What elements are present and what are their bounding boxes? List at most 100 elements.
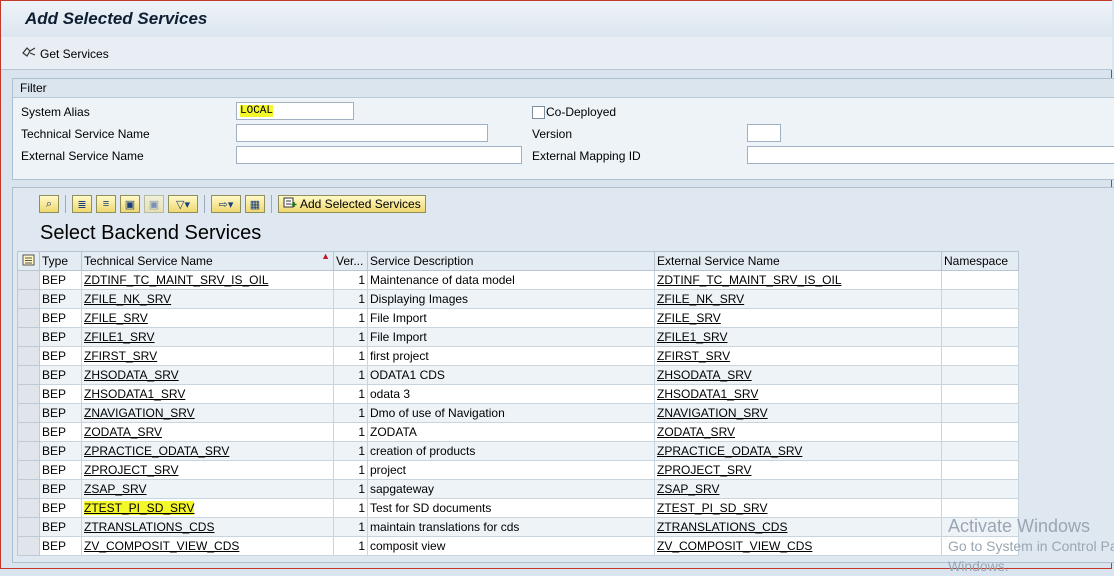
technical-service-name-header-label: Technical Service Name	[84, 254, 213, 268]
technical-service-name-link[interactable]: ZNAVIGATION_SRV	[81, 403, 334, 423]
external-service-name-link[interactable]: ZFIRST_SRV	[654, 346, 942, 366]
technical-service-name-text: ZSAP_SRV	[84, 482, 147, 496]
column-header-external-service-name[interactable]: External Service Name	[654, 251, 942, 271]
row-selector[interactable]	[17, 346, 40, 366]
window-title: Add Selected Services	[25, 9, 208, 28]
table-row[interactable]: BEP ZV_COMPOSIT_VIEW_CDS 1 composit view ZV_…	[17, 536, 1019, 556]
technical-service-name-link[interactable]: ZTRANSLATIONS_CDS	[81, 517, 334, 537]
table-row[interactable]: BEP ZDTINF_TC_MAINT_SRV_IS_OIL 1 Maintenanc…	[17, 270, 1019, 290]
technical-service-name-link[interactable]: ZFIRST_SRV	[81, 346, 334, 366]
external-service-name-link[interactable]: ZHSODATA_SRV	[654, 365, 942, 385]
external-service-name-link[interactable]: ZPRACTICE_ODATA_SRV	[654, 441, 942, 461]
column-header-service-description[interactable]: Service Description	[367, 251, 655, 271]
external-mapping-id-input[interactable]	[747, 146, 1114, 164]
table-row[interactable]: BEP ZPROJECT_SRV 1 project ZPROJECT_SRV	[17, 460, 1019, 480]
external-service-name-input[interactable]	[236, 146, 522, 164]
find-icon[interactable]: ▣	[120, 195, 140, 213]
technical-service-name-link[interactable]: ZPRACTICE_ODATA_SRV	[81, 441, 334, 461]
row-selector[interactable]	[17, 270, 40, 290]
table-row[interactable]: BEP ZPRACTICE_ODATA_SRV 1 creation of produ…	[17, 441, 1019, 461]
technical-service-name-link[interactable]: ZPROJECT_SRV	[81, 460, 334, 480]
service-description-cell: composit view	[367, 536, 655, 556]
namespace-cell	[941, 422, 1019, 442]
select-all-icon[interactable]	[17, 251, 40, 271]
table-row[interactable]: BEP ZFILE1_SRV 1 File Import ZFILE1_SRV	[17, 327, 1019, 347]
external-service-name-text: ZTRANSLATIONS_CDS	[657, 520, 788, 534]
technical-service-name-link[interactable]: ZFILE_SRV	[81, 308, 334, 328]
version-cell: 1	[333, 479, 368, 499]
row-selector[interactable]	[17, 441, 40, 461]
row-selector[interactable]	[17, 536, 40, 556]
external-service-name-link[interactable]: ZODATA_SRV	[654, 422, 942, 442]
technical-service-name-link[interactable]: ZFILE1_SRV	[81, 327, 334, 347]
row-selector[interactable]	[17, 289, 40, 309]
table-row[interactable]: BEP ZTRANSLATIONS_CDS 1 maintain translatio…	[17, 517, 1019, 537]
column-header-type[interactable]: Type	[39, 251, 82, 271]
version-cell: 1	[333, 346, 368, 366]
row-selector[interactable]	[17, 403, 40, 423]
row-selector[interactable]	[17, 460, 40, 480]
version-cell: 1	[333, 403, 368, 423]
technical-service-name-text: ZPROJECT_SRV	[84, 463, 179, 477]
external-service-name-link[interactable]: ZTEST_PI_SD_SRV	[654, 498, 942, 518]
technical-service-name-link[interactable]: ZDTINF_TC_MAINT_SRV_IS_OIL	[81, 270, 334, 290]
external-service-name-link[interactable]: ZFILE1_SRV	[654, 327, 942, 347]
get-services-button[interactable]: Get Services	[21, 45, 109, 62]
external-service-name-text: ZTEST_PI_SD_SRV	[657, 501, 768, 515]
table-row[interactable]: BEP ZFIRST_SRV 1 first project ZFIRST_SRV	[17, 346, 1019, 366]
table-row[interactable]: BEP ZTEST_PI_SD_SRV 1 Test for SD documents…	[17, 498, 1019, 518]
add-selected-services-button[interactable]: Add Selected Services	[278, 195, 426, 213]
export-icon[interactable]: ⇨▾	[211, 195, 241, 213]
table-row[interactable]: BEP ZSAP_SRV 1 sapgateway ZSAP_SRV	[17, 479, 1019, 499]
technical-service-name-link[interactable]: ZFILE_NK_SRV	[81, 289, 334, 309]
version-cell: 1	[333, 498, 368, 518]
type-cell: BEP	[39, 517, 82, 537]
system-alias-value: LOCAL	[240, 105, 274, 117]
row-selector[interactable]	[17, 308, 40, 328]
row-selector[interactable]	[17, 517, 40, 537]
table-row[interactable]: BEP ZHSODATA1_SRV 1 odata 3 ZHSODATA1_SRV	[17, 384, 1019, 404]
technical-service-name-link[interactable]: ZV_COMPOSIT_VIEW_CDS	[81, 536, 334, 556]
external-service-name-link[interactable]: ZV_COMPOSIT_VIEW_CDS	[654, 536, 942, 556]
technical-service-name-link[interactable]: ZODATA_SRV	[81, 422, 334, 442]
external-service-name-link[interactable]: ZTRANSLATIONS_CDS	[654, 517, 942, 537]
technical-service-name-link[interactable]: ZSAP_SRV	[81, 479, 334, 499]
co-deployed-checkbox[interactable]	[532, 106, 545, 119]
external-service-name-link[interactable]: ZFILE_NK_SRV	[654, 289, 942, 309]
table-row[interactable]: BEP ZFILE_SRV 1 File Import ZFILE_SRV	[17, 308, 1019, 328]
external-service-name-link[interactable]: ZDTINF_TC_MAINT_SRV_IS_OIL	[654, 270, 942, 290]
column-header-version[interactable]: Ver...	[333, 251, 368, 271]
row-selector[interactable]	[17, 479, 40, 499]
layout-icon[interactable]: ▦	[245, 195, 265, 213]
column-header-technical-service-name[interactable]: Technical Service Name ▲	[81, 251, 334, 271]
external-service-name-link[interactable]: ZHSODATA1_SRV	[654, 384, 942, 404]
sort-descending-icon[interactable]: ≡	[96, 195, 116, 213]
namespace-cell	[941, 403, 1019, 423]
version-input[interactable]	[747, 124, 781, 142]
table-row[interactable]: BEP ZODATA_SRV 1 ZODATA ZODATA_SRV	[17, 422, 1019, 442]
row-selector[interactable]	[17, 498, 40, 518]
details-icon[interactable]: ⌕	[39, 195, 59, 213]
technical-service-name-link[interactable]: ZHSODATA1_SRV	[81, 384, 334, 404]
technical-service-name-link[interactable]: ZHSODATA_SRV	[81, 365, 334, 385]
table-row[interactable]: BEP ZHSODATA_SRV 1 ODATA1 CDS ZHSODATA_SRV	[17, 365, 1019, 385]
table-row[interactable]: BEP ZFILE_NK_SRV 1 Displaying Images ZFILE_N…	[17, 289, 1019, 309]
external-service-name-link[interactable]: ZPROJECT_SRV	[654, 460, 942, 480]
external-service-name-link[interactable]: ZNAVIGATION_SRV	[654, 403, 942, 423]
version-cell: 1	[333, 327, 368, 347]
column-header-namespace[interactable]: Namespace	[941, 251, 1019, 271]
find-next-icon[interactable]: ▣	[144, 195, 164, 213]
row-selector[interactable]	[17, 384, 40, 404]
row-selector[interactable]	[17, 327, 40, 347]
external-service-name-text: ZFILE_SRV	[657, 311, 721, 325]
row-selector[interactable]	[17, 365, 40, 385]
technical-service-name-link[interactable]: ZTEST_PI_SD_SRV	[81, 498, 334, 518]
technical-service-name-input[interactable]	[236, 124, 488, 142]
external-service-name-link[interactable]: ZFILE_SRV	[654, 308, 942, 328]
table-row[interactable]: BEP ZNAVIGATION_SRV 1 Dmo of use of Navigat…	[17, 403, 1019, 423]
system-alias-input[interactable]: LOCAL	[236, 102, 354, 120]
external-service-name-link[interactable]: ZSAP_SRV	[654, 479, 942, 499]
row-selector[interactable]	[17, 422, 40, 442]
sort-ascending-icon[interactable]: ≣	[72, 195, 92, 213]
filter-icon[interactable]: ▽▾	[168, 195, 198, 213]
